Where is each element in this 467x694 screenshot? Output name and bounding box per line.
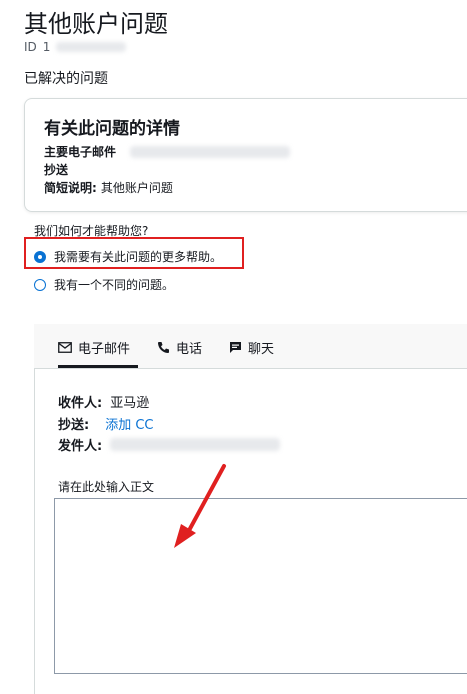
redacted-from	[110, 438, 281, 451]
cc-field-row: 抄送: 添加 CC	[58, 414, 154, 433]
add-cc-link[interactable]: 添加 CC	[105, 414, 153, 433]
page-title: 其他账户问题	[24, 10, 168, 38]
redacted-case-id	[56, 42, 127, 52]
tab-email-label: 电子邮件	[78, 342, 131, 357]
cc-row: 抄送	[44, 161, 68, 178]
summary-label: 简短说明:	[44, 181, 97, 195]
to-value: 亚马逊	[110, 396, 150, 411]
tab-chat-label: 聊天	[248, 342, 275, 357]
option-different-question-label: 我有一个不同的问题。	[54, 278, 175, 292]
redacted-email	[130, 145, 291, 158]
summary-value: 其他账户问题	[100, 181, 173, 195]
cc-field-label: 抄送:	[58, 418, 90, 433]
case-id-label: ID	[24, 40, 37, 54]
tab-email[interactable]: 电子邮件	[58, 338, 130, 357]
radio-selected-icon[interactable]	[34, 250, 46, 263]
phone-icon	[158, 342, 169, 353]
from-label: 发件人:	[58, 439, 103, 454]
option-different-question[interactable]: 我有一个不同的问题。	[34, 276, 174, 293]
mail-icon	[58, 342, 72, 353]
tab-chat[interactable]: 聊天	[229, 338, 274, 357]
active-tab-indicator	[58, 365, 138, 368]
to-row: 收件人: 亚马逊	[58, 392, 149, 411]
detail-title: 有关此问题的详情	[44, 119, 180, 139]
primary-email-label: 主要电子邮件	[44, 145, 117, 159]
radio-unselected-icon[interactable]	[34, 278, 46, 291]
body-label: 请在此处输入正文	[58, 480, 155, 494]
chat-icon	[230, 342, 241, 353]
case-id-value: 1	[42, 40, 51, 54]
annotation-arrow-icon	[174, 464, 226, 548]
tab-phone[interactable]: 电话	[157, 338, 202, 357]
case-id: ID 1	[24, 40, 127, 54]
cc-label: 抄送	[44, 163, 69, 177]
case-status: 已解决的问题	[24, 71, 108, 87]
body-textarea[interactable]	[54, 498, 467, 674]
primary-email-row: 主要电子邮件	[44, 143, 291, 160]
option-more-help-label: 我需要有关此问题的更多帮助。	[54, 250, 223, 264]
option-more-help[interactable]: 我需要有关此问题的更多帮助。	[34, 248, 222, 265]
tab-phone-label: 电话	[176, 342, 203, 357]
summary-row: 简短说明: 其他账户问题	[44, 179, 173, 196]
from-row: 发件人:	[58, 435, 281, 454]
to-label: 收件人:	[58, 396, 103, 411]
